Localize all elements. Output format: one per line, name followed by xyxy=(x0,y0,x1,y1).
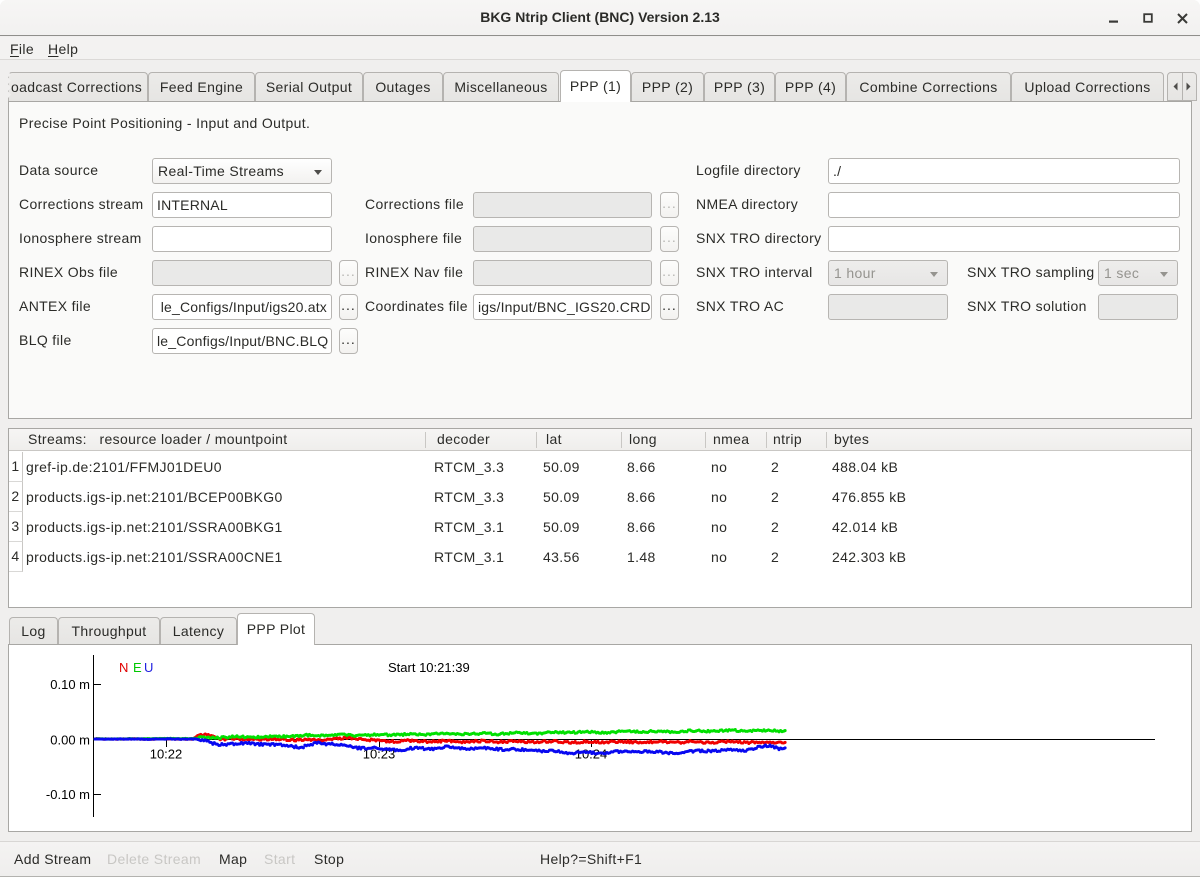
svg-text:-0.10 m: -0.10 m xyxy=(46,787,90,802)
svg-text:0.10 m: 0.10 m xyxy=(50,677,90,692)
svg-text:U: U xyxy=(144,660,153,675)
svg-text:E: E xyxy=(133,660,142,675)
svg-text:Start 10:21:39: Start 10:21:39 xyxy=(388,660,470,675)
svg-text:0.00 m: 0.00 m xyxy=(50,733,90,748)
svg-text:N: N xyxy=(119,660,128,675)
svg-text:10:22: 10:22 xyxy=(150,747,183,762)
